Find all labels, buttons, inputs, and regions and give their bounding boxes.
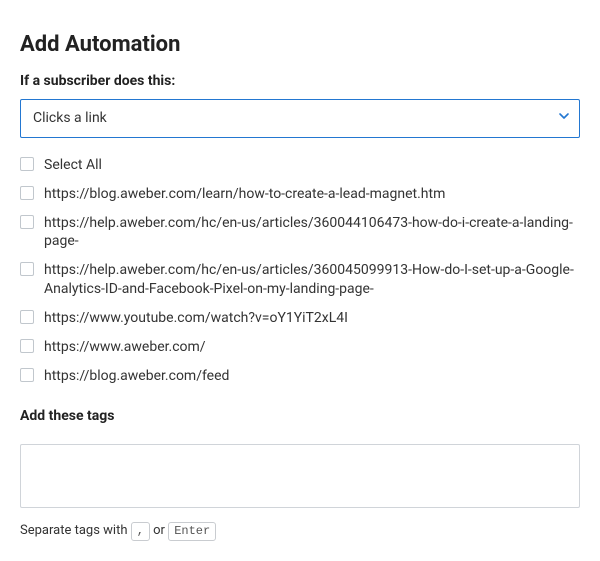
select-all-label: Select All (44, 156, 580, 175)
link-row: https://www.aweber.com/ (20, 338, 580, 357)
tags-section: Add these tags Separate tags with , or E… (20, 408, 580, 542)
link-checkbox[interactable] (20, 368, 34, 382)
tags-hint-prefix: Separate tags with (20, 523, 131, 538)
link-url: https://help.aweber.com/hc/en-us/article… (44, 214, 580, 252)
link-checkbox[interactable] (20, 262, 34, 276)
link-row: https://help.aweber.com/hc/en-us/article… (20, 214, 580, 252)
trigger-select-value: Clicks a link (20, 99, 580, 138)
link-list: Select All https://blog.aweber.com/learn… (20, 156, 580, 386)
link-row: https://help.aweber.com/hc/en-us/article… (20, 261, 580, 299)
link-row: https://blog.aweber.com/learn/how-to-cre… (20, 185, 580, 204)
link-checkbox[interactable] (20, 215, 34, 229)
trigger-select[interactable]: Clicks a link (20, 99, 580, 138)
link-url: https://blog.aweber.com/feed (44, 367, 580, 386)
link-row: https://blog.aweber.com/feed (20, 367, 580, 386)
tags-label: Add these tags (20, 408, 580, 424)
link-url: https://help.aweber.com/hc/en-us/article… (44, 261, 580, 299)
tags-hint: Separate tags with , or Enter (20, 522, 580, 542)
tags-input[interactable] (20, 444, 580, 508)
tags-hint-or: or (150, 523, 168, 538)
link-checkbox[interactable] (20, 339, 34, 353)
link-url: https://www.aweber.com/ (44, 338, 580, 357)
page-title: Add Automation (20, 32, 580, 57)
trigger-label: If a subscriber does this: (20, 73, 580, 89)
select-all-checkbox[interactable] (20, 157, 34, 171)
link-url: https://blog.aweber.com/learn/how-to-cre… (44, 185, 580, 204)
link-checkbox[interactable] (20, 310, 34, 324)
select-all-row: Select All (20, 156, 580, 175)
link-row: https://www.youtube.com/watch?v=oY1YiT2x… (20, 309, 580, 328)
link-url: https://www.youtube.com/watch?v=oY1YiT2x… (44, 309, 580, 328)
link-checkbox[interactable] (20, 186, 34, 200)
enter-key: Enter (168, 522, 216, 542)
comma-key: , (131, 522, 150, 542)
